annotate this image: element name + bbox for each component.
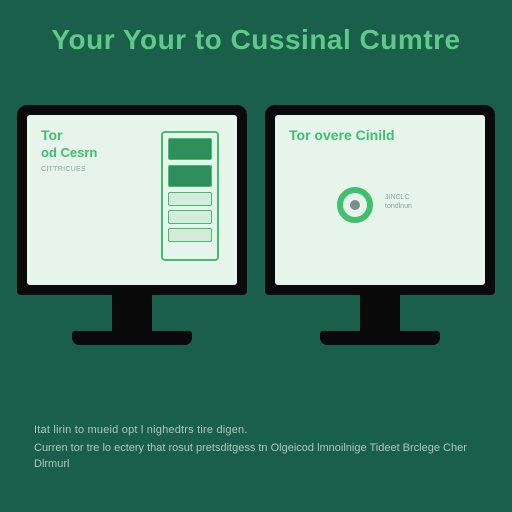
monitor-base xyxy=(72,331,192,345)
monitors-row: Tor od Cesrn CITTRICUES Tor overe Cinild xyxy=(0,105,512,375)
left-panel xyxy=(161,131,219,261)
panel-slot xyxy=(168,165,212,187)
footer-line-1: Itat lirin to mueid opt l nighedtrs tire… xyxy=(34,422,478,438)
monitor-base xyxy=(320,331,440,345)
circle-label: JINCLC tondlnun xyxy=(385,193,412,211)
panel-slot xyxy=(168,192,212,206)
panel-slot xyxy=(168,210,212,224)
circle-icon xyxy=(337,187,373,223)
footer-line-2: Curren tor tre lo ectery that rosut pret… xyxy=(34,440,478,472)
circle-label-line: tondlnun xyxy=(385,202,412,211)
monitor-left-bezel: Tor od Cesrn CITTRICUES xyxy=(17,105,247,295)
monitor-neck xyxy=(112,295,152,331)
panel-slot xyxy=(168,138,212,160)
circle-label-line: JINCLC xyxy=(385,193,412,202)
monitor-right-screen: Tor overe Cinild JINCLC tondlnun xyxy=(275,115,485,285)
page-title: Your Your to Cussinal Cumtre xyxy=(0,24,512,56)
panel-slot xyxy=(168,228,212,242)
monitor-right: Tor overe Cinild JINCLC tondlnun xyxy=(265,105,495,375)
monitor-neck xyxy=(360,295,400,331)
monitor-left-screen: Tor od Cesrn CITTRICUES xyxy=(27,115,237,285)
right-heading-1: Tor overe Cinild xyxy=(289,127,471,143)
monitor-left: Tor od Cesrn CITTRICUES xyxy=(17,105,247,375)
monitor-right-bezel: Tor overe Cinild JINCLC tondlnun xyxy=(265,105,495,295)
footer-text: Itat lirin to mueid opt l nighedtrs tire… xyxy=(34,422,478,472)
